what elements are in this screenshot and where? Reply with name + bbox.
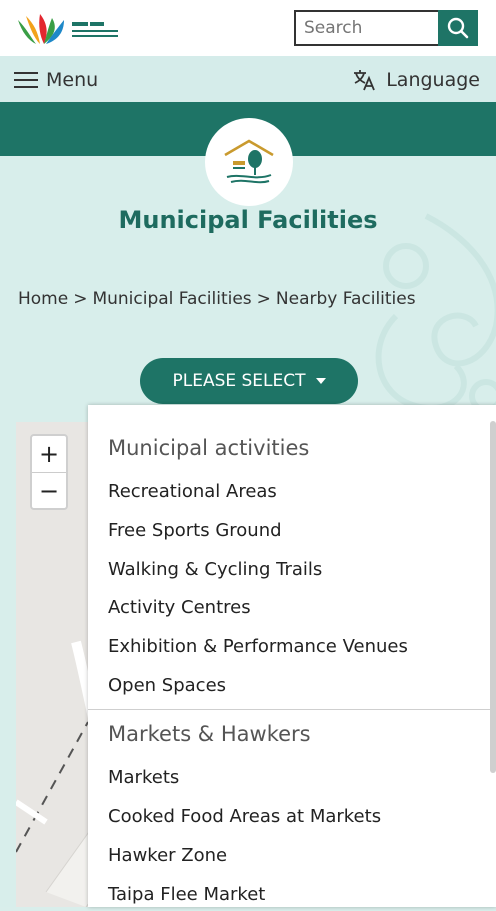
option-open-spaces[interactable]: Open Spaces [108, 675, 226, 696]
option-free-sports-ground[interactable]: Free Sports Ground [108, 520, 282, 541]
facility-icon-badge [205, 118, 293, 206]
nav-bar: Menu Language [0, 56, 496, 102]
translate-icon [354, 70, 376, 91]
search-icon [447, 17, 469, 39]
zoom-control: + − [30, 434, 68, 510]
option-taipa-flee-market[interactable]: Taipa Flee Market [108, 884, 265, 905]
language-button[interactable]: Language [352, 66, 480, 94]
breadcrumb: Home > Municipal Facilities > Nearby Facilit… [18, 289, 421, 309]
option-markets[interactable]: Markets [108, 767, 179, 788]
please-select-button[interactable]: PLEASE SELECT [140, 358, 358, 404]
option-hawker-zone[interactable]: Hawker Zone [108, 845, 227, 866]
group-header-municipal-activities: Municipal activities [108, 436, 310, 460]
caret-down-icon [315, 378, 326, 384]
option-exhibition-performance-venues[interactable]: Exhibition & Performance Venues [108, 636, 408, 657]
facility-dropdown-menu: Municipal activities Recreational Areas … [88, 405, 496, 907]
search-button[interactable] [438, 10, 478, 46]
please-select-label: PLEASE SELECT [172, 371, 306, 391]
menu-label: Menu [46, 69, 99, 91]
group-header-markets-hawkers: Markets & Hawkers [108, 722, 311, 746]
option-walking-cycling-trails[interactable]: Walking & Cycling Trails [108, 559, 322, 580]
top-bar [0, 0, 496, 56]
menu-button[interactable]: Menu [14, 66, 98, 94]
iam-logo[interactable] [14, 10, 124, 48]
breadcrumb-home[interactable]: Home [18, 289, 68, 309]
option-activity-centres[interactable]: Activity Centres [108, 597, 251, 618]
search-input[interactable] [294, 10, 438, 46]
hamburger-icon [14, 72, 38, 88]
dropdown-scrollbar[interactable] [490, 421, 496, 773]
language-label: Language [386, 69, 480, 91]
group-divider [88, 709, 496, 710]
zoom-in-button[interactable]: + [32, 436, 66, 472]
zoom-out-button[interactable]: − [32, 472, 66, 509]
breadcrumb-separator: > [256, 289, 271, 309]
park-house-icon [224, 139, 274, 184]
option-recreational-areas[interactable]: Recreational Areas [108, 481, 277, 502]
breadcrumb-nearby-facilities: Nearby Facilities [275, 289, 416, 309]
option-cooked-food-areas[interactable]: Cooked Food Areas at Markets [108, 806, 381, 827]
breadcrumb-separator: > [73, 289, 88, 309]
page-title: Municipal Facilities [118, 206, 378, 234]
breadcrumb-municipal-facilities[interactable]: Municipal Facilities [92, 289, 251, 309]
